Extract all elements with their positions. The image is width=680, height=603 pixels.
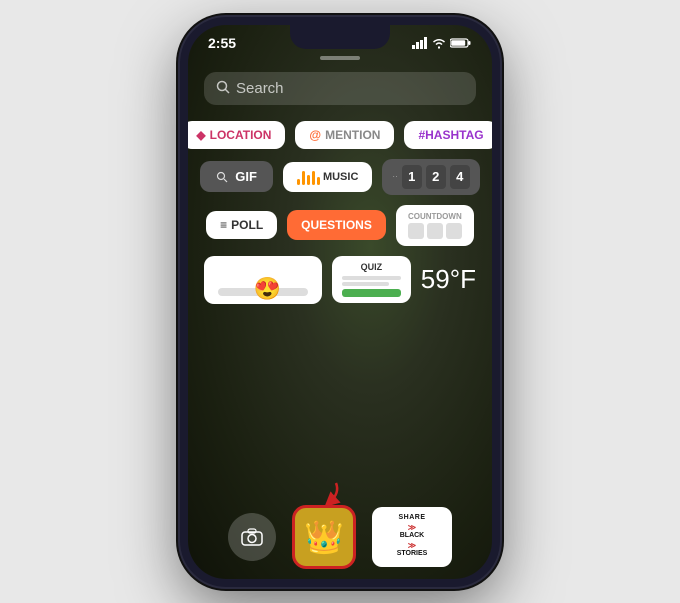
music-label: MUSIC <box>323 171 358 183</box>
countdown-boxes <box>408 223 462 239</box>
sticker-share[interactable]: SHARE ≫ BLACK ≫ STORIES <box>372 507 452 567</box>
temp-label: 59°F <box>421 264 476 294</box>
gif-search-icon <box>216 171 228 183</box>
share-label-share: SHARE <box>397 514 428 522</box>
handle-bar <box>320 56 360 60</box>
sticker-quiz[interactable]: QUIZ <box>332 256 411 303</box>
countdown-box-2 <box>427 223 443 239</box>
sticker-gif[interactable]: GIF <box>200 161 273 192</box>
mention-label: MENTION <box>325 128 380 142</box>
hashtag-label: #HASHTAG <box>418 128 483 142</box>
music-bar-4 <box>312 171 315 185</box>
gif-label: GIF <box>235 169 257 184</box>
sticker-row-1: ◆ LOCATION @MENTION #HASHTAG <box>204 121 476 149</box>
sticker-mention[interactable]: @ MENTION <box>295 121 394 149</box>
counter-1: 1 <box>402 165 422 189</box>
phone-frame: 2:55 <box>180 17 500 587</box>
notch <box>290 25 390 49</box>
sticker-row-2: GIF MUSIC ·· 1 2 4 <box>204 159 476 195</box>
sticker-crown-selected[interactable]: 👑 <box>292 505 356 569</box>
crown-emoji: 👑 <box>304 518 344 556</box>
share-label-black: BLACK <box>397 532 428 540</box>
battery-icon <box>450 37 472 49</box>
music-bar-5 <box>317 177 320 185</box>
poll-icon: ≡ <box>220 218 227 232</box>
quiz-line-1 <box>342 276 401 280</box>
countdown-box-3 <box>446 223 462 239</box>
music-bars <box>297 169 320 185</box>
bottom-tray: 👑 SHARE ≫ BLACK ≫ STORIES <box>188 505 492 569</box>
arrow-container: 👑 <box>292 505 356 569</box>
poll-label: POLL <box>231 218 263 232</box>
countdown-label: COUNTDOWN <box>408 212 462 221</box>
red-arrow-icon <box>316 478 346 508</box>
sticker-slider[interactable]: 😍 <box>204 256 322 304</box>
sticker-temp[interactable]: 59°F <box>421 264 476 295</box>
share-label-stories-row: ≫ <box>397 541 428 551</box>
quiz-lines <box>342 276 401 286</box>
sticker-row-3: ≡ POLL QUESTIONS COUNTDOWN <box>204 205 476 246</box>
status-icons <box>412 37 472 49</box>
quiz-answer <box>342 289 401 297</box>
sticker-questions[interactable]: QUESTIONS <box>287 210 386 240</box>
share-content: SHARE ≫ BLACK ≫ STORIES <box>397 514 428 558</box>
wifi-icon <box>432 37 446 49</box>
share-label-arrows: ≫ <box>397 523 428 533</box>
counter-dots: ·· <box>392 172 397 181</box>
countdown-box-1 <box>408 223 424 239</box>
sticker-hashtag[interactable]: #HASHTAG <box>404 121 492 149</box>
camera-icon <box>241 528 263 546</box>
phone-screen: 2:55 <box>188 25 492 579</box>
share-arrows-2: ≫ <box>408 541 416 551</box>
status-time: 2:55 <box>208 35 236 51</box>
quiz-line-2 <box>342 282 389 286</box>
location-dot: ◆ <box>196 128 205 142</box>
sticker-poll[interactable]: ≡ POLL <box>206 211 277 239</box>
search-icon <box>216 80 230 97</box>
share-arrows: ≫ <box>408 523 416 533</box>
slider-emoji: 😍 <box>254 276 281 302</box>
share-label-stories: STORIES <box>397 550 428 558</box>
counter-2: 2 <box>426 165 446 189</box>
stickers-grid: ◆ LOCATION @ MENTION #HASHTAG GIF <box>188 121 492 304</box>
music-bar-3 <box>307 175 310 185</box>
location-label: LOCATION <box>210 128 272 142</box>
sticker-row-4: 😍 QUIZ 59°F <box>204 256 476 304</box>
sticker-music[interactable]: MUSIC <box>283 162 372 192</box>
search-input-placeholder: Search <box>236 80 284 97</box>
music-bar-1 <box>297 179 300 185</box>
questions-label: QUESTIONS <box>301 218 372 232</box>
slider-track: 😍 <box>218 288 308 296</box>
counter-4: 4 <box>450 165 470 189</box>
sticker-countdown[interactable]: COUNTDOWN <box>396 205 474 246</box>
quiz-title: QUIZ <box>342 262 401 272</box>
mention-at: @ <box>309 128 321 142</box>
search-bar[interactable]: Search <box>204 72 476 105</box>
signal-icon <box>412 37 428 49</box>
camera-button[interactable] <box>228 513 276 561</box>
sticker-counter[interactable]: ·· 1 2 4 <box>382 159 479 195</box>
music-bar-2 <box>302 171 305 185</box>
sticker-location[interactable]: ◆ LOCATION <box>188 121 285 149</box>
